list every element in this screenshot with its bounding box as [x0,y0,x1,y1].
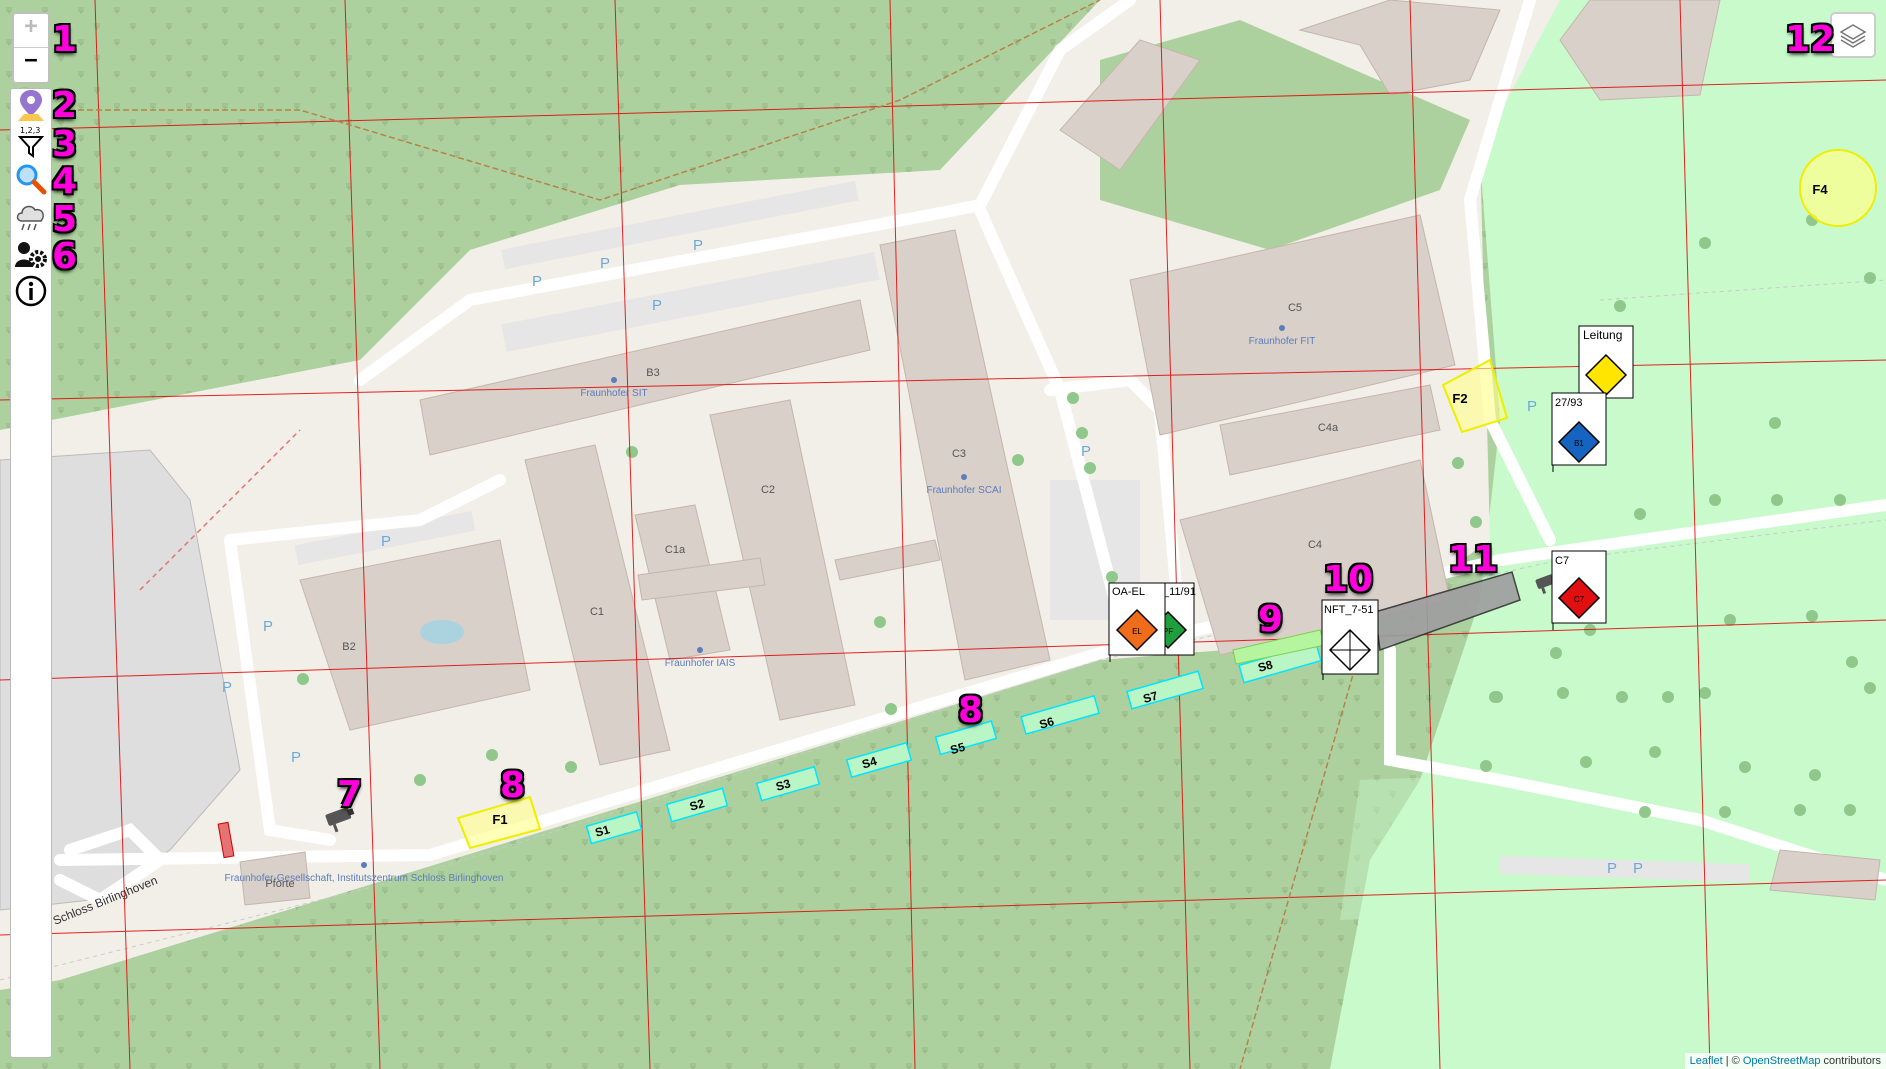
svg-text:P: P [693,237,703,254]
svg-text:P: P [1527,398,1537,415]
unit-c7[interactable]: C7 C7 [1551,550,1607,630]
tool-info-button[interactable] [14,274,48,308]
label-fraunhofer-fit: Fraunhofer FIT [1249,336,1316,347]
svg-text:P: P [600,255,610,272]
svg-text:1,2,3: 1,2,3 [20,126,40,135]
svg-text:P: P [1607,860,1617,877]
svg-text:27/93: 27/93 [1555,397,1583,409]
svg-text:C7: C7 [1574,595,1585,604]
svg-text:P: P [1081,443,1091,460]
tool-users-button[interactable] [14,238,48,272]
svg-text:P: P [381,533,391,550]
zoom-in-button[interactable]: + [14,14,48,48]
svg-text:P: P [222,679,232,696]
callout-number-11: 11 [1448,539,1499,580]
search-icon [16,164,47,195]
attribution-suffix: contributors [1820,1055,1881,1067]
map-marker-icon [18,90,44,121]
svg-text:F4: F4 [1812,182,1828,197]
label-C5: C5 [1288,302,1302,314]
callout-number-1: 1 [52,19,78,60]
callout-number-8: 8 [500,765,526,806]
svg-text:P: P [1633,860,1643,877]
zoom-out-button[interactable]: − [14,48,48,82]
callout-number-6: 6 [52,236,78,277]
weather-cloud-icon [16,205,44,231]
svg-text:Leitung: Leitung [1583,328,1622,342]
map-attribution: Leaflet | © OpenStreetMap contributors [1684,1053,1886,1069]
callout-number-3: 3 [52,124,78,165]
label-fraunhofer-scai: Fraunhofer SCAI [926,485,1001,496]
callout-number-7: 7 [337,774,363,815]
filter-icon: 1,2,3 [17,126,45,158]
svg-text:EL: EL [1132,627,1142,636]
unit-oa-el[interactable]: OA-EL EL [1108,582,1166,662]
tool-marker-button[interactable] [14,88,48,122]
tool-search-button[interactable] [14,162,48,196]
svg-text:_11/91: _11/91 [1162,586,1196,598]
map-canvas[interactable]: ψ ψ [0,0,1886,1069]
label-C4: C4 [1308,539,1322,551]
svg-text:P: P [263,618,273,635]
callout-number-12: 12 [1785,19,1836,60]
callout-number-10: 10 [1323,559,1374,600]
label-C1: C1 [590,606,604,618]
label-C3: C3 [952,448,966,460]
callout-number-5: 5 [52,199,78,240]
label-B3: B3 [646,367,659,379]
svg-text:P: P [532,273,542,290]
svg-text:B1: B1 [1574,439,1584,448]
svg-text:OA-EL: OA-EL [1112,586,1145,598]
callout-number-9: 9 [1258,599,1284,640]
unit-nft-7-51[interactable]: NFT_7-51 [1321,599,1379,680]
callout-number-2: 2 [52,85,78,126]
callout-number-4: 4 [52,161,78,202]
tool-filter-button[interactable]: 1,2,3 [14,125,48,159]
label-C4a: C4a [1318,422,1339,434]
svg-text:F1: F1 [492,812,507,827]
openstreetmap-link[interactable]: OpenStreetMap [1743,1055,1821,1067]
label-B2: B2 [342,641,355,653]
svg-text:NFT_7-51: NFT_7-51 [1324,604,1374,616]
label-fraunhofer-sit: Fraunhofer SIT [580,388,647,399]
attribution-separator: | © [1722,1055,1743,1067]
label-fraunhofer-iais: Fraunhofer IAIS [665,658,736,669]
layers-icon [1839,24,1867,48]
users-gear-icon [15,242,47,268]
leaflet-link[interactable]: Leaflet [1690,1055,1723,1067]
label-campus: Fraunhofer-Gesellschaft, Institutszentru… [224,873,503,884]
area-F4[interactable]: F4 [1799,149,1877,227]
svg-text:F2: F2 [1452,391,1467,406]
svg-text:P: P [291,749,301,766]
unit-leitung[interactable]: Leitung [1578,325,1634,399]
unit-27-93[interactable]: 27/93 B1 [1551,392,1607,472]
svg-text:C7: C7 [1555,555,1569,567]
layers-button[interactable] [1830,12,1876,58]
info-icon [15,275,47,307]
callout-number-8b: 8 [958,690,984,731]
label-C2: C2 [761,484,775,496]
label-C1a: C1a [665,544,686,556]
tool-weather-button[interactable] [14,200,48,234]
svg-text:P: P [652,297,662,314]
zoom-control: + − [12,12,50,84]
pond [420,620,464,644]
